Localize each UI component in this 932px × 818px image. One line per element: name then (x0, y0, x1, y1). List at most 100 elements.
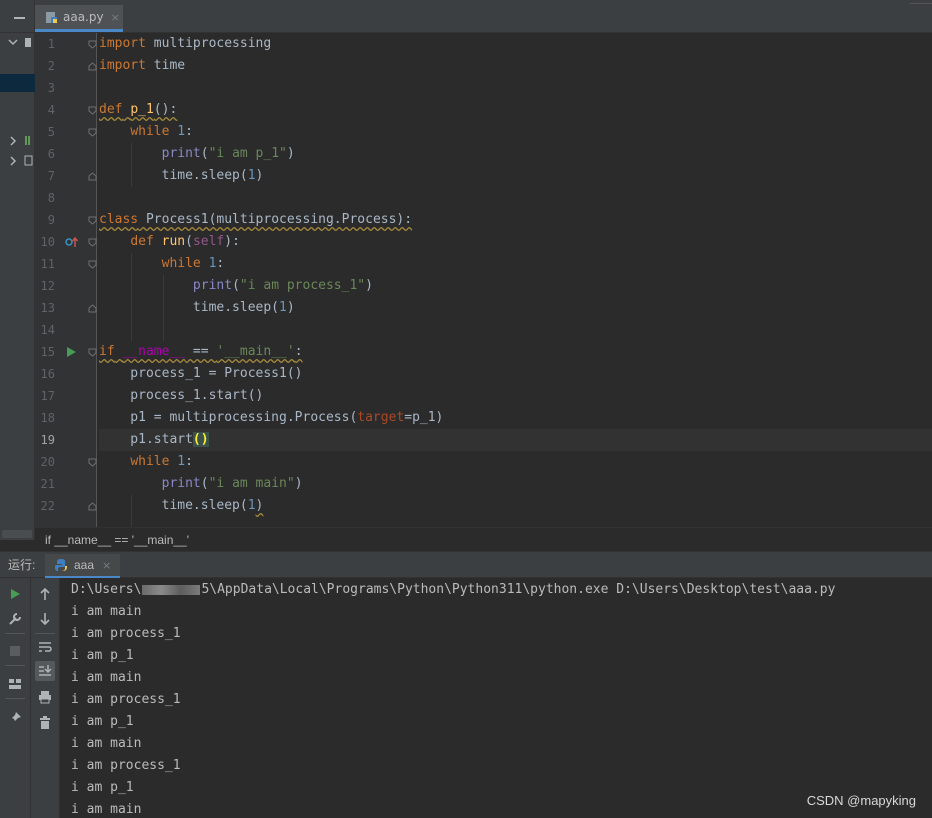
soft-wrap-icon (39, 642, 52, 652)
fold-end-icon[interactable] (88, 62, 97, 71)
project-scrollbar[interactable] (2, 530, 32, 538)
scroll-down-button[interactable] (35, 609, 55, 629)
line-number: 14 (40, 323, 55, 337)
project-tree-scratches[interactable] (7, 155, 33, 169)
code-line: time.sleep(1) (99, 168, 264, 183)
override-method-icon[interactable] (65, 236, 79, 248)
chevron-right-icon (10, 136, 30, 146)
command-suffix: 5\AppData\Local\Programs\Python\Python31… (201, 582, 836, 597)
console-output-line: i am main (71, 604, 142, 619)
tab-bar-edge (910, 0, 932, 4)
line-number: 5 (47, 125, 55, 139)
code-line: def p_1(): (99, 102, 178, 117)
chevron-down-icon (8, 38, 31, 47)
console-output-line: i am main (71, 670, 142, 685)
line-number: 10 (40, 235, 55, 249)
line-number: 12 (40, 279, 55, 293)
close-icon[interactable]: × (111, 11, 120, 24)
line-number: 2 (47, 59, 55, 73)
pin-tab-button[interactable] (5, 708, 25, 728)
code-line-current: p1.start() (99, 429, 932, 451)
line-number: 22 (40, 499, 55, 513)
project-tree-root[interactable] (7, 37, 33, 51)
command-prefix: D:\Users\ (71, 582, 142, 597)
arrow-down-icon (40, 613, 50, 626)
code-line: time.sleep(1) (99, 300, 295, 315)
project-tree-selected-row[interactable] (0, 74, 35, 92)
fold-end-icon[interactable] (88, 172, 97, 181)
line-number: 15 (40, 345, 55, 359)
console-output-line: i am p_1 (71, 648, 134, 663)
fold-open-icon[interactable] (88, 348, 97, 357)
run-gutter-icon[interactable] (65, 346, 77, 358)
code-line: print("i am process_1") (192, 278, 373, 293)
line-number: 18 (40, 411, 55, 425)
editor-tab-bar: aaa.py × (35, 0, 932, 33)
code-line: import time (99, 58, 186, 73)
print-button[interactable] (35, 687, 55, 707)
line-number: 1 (47, 37, 55, 51)
scroll-up-button[interactable] (35, 584, 55, 604)
code-line: process_1 = Process1() (99, 366, 303, 381)
console-output-line: i am p_1 (71, 780, 134, 795)
minimize-icon[interactable] (14, 17, 25, 19)
fold-open-icon[interactable] (88, 216, 97, 225)
fold-open-icon[interactable] (88, 260, 97, 269)
line-number: 21 (40, 477, 55, 491)
fold-end-icon[interactable] (88, 502, 97, 511)
tab-label: aaa.py (63, 10, 104, 24)
run-toolbar-primary (0, 578, 31, 818)
console-output-line: i am p_1 (71, 714, 134, 729)
code-line: while 1: (130, 454, 193, 469)
edit-configuration-button[interactable] (5, 609, 25, 629)
fold-open-icon[interactable] (88, 458, 97, 467)
toolbar-separator (35, 633, 55, 634)
close-icon[interactable]: × (102, 559, 111, 572)
project-tree-external-libraries[interactable] (7, 135, 33, 149)
console-command-line: D:\Users\ 5\AppData\Local\Programs\Python… (71, 579, 835, 601)
console-output-line: i am process_1 (71, 692, 181, 707)
watermark: CSDN @mapyking (806, 793, 916, 808)
code-line: while 1: (130, 124, 193, 139)
layout-icon (9, 679, 21, 689)
run-console[interactable]: D:\Users\ 5\AppData\Local\Programs\Python… (60, 578, 932, 818)
fold-end-icon[interactable] (88, 304, 97, 313)
code-editor[interactable]: 1 2 3 4 5 6 7 8 9 10 11 12 13 14 15 16 17 18 19 20 21 22 impo… (35, 33, 932, 527)
code-line: if __name__ == '__main__': (99, 344, 303, 359)
layout-button[interactable] (5, 674, 25, 694)
arrow-up-icon (40, 587, 50, 600)
code-line: print("i am p_1") (161, 146, 295, 161)
project-tool-strip (0, 0, 35, 540)
fold-open-icon[interactable] (88, 128, 97, 137)
python-file-icon (46, 11, 57, 23)
rerun-button[interactable] (5, 584, 25, 604)
scroll-to-end-button[interactable] (35, 661, 55, 681)
soft-wrap-button[interactable] (35, 637, 55, 657)
tab-aaa-py[interactable]: aaa.py × (35, 5, 123, 32)
toolbar-separator (5, 665, 25, 666)
code-line: def run(self): (130, 234, 240, 249)
stop-button[interactable] (5, 641, 25, 661)
run-tab-label: aaa (74, 558, 95, 572)
run-toolbar-secondary (31, 578, 60, 818)
stop-icon (10, 646, 20, 656)
code-line: print("i am main") (161, 476, 303, 491)
clear-all-button[interactable] (35, 713, 55, 733)
printer-icon (39, 691, 51, 704)
trash-icon (40, 716, 50, 729)
console-output-line: i am process_1 (71, 626, 181, 641)
code-line: class Process1(multiprocessing.Process): (99, 212, 413, 227)
fold-open-icon[interactable] (88, 238, 97, 247)
fold-open-icon[interactable] (88, 106, 97, 115)
code-line: time.sleep(1) (99, 498, 264, 513)
line-number: 3 (47, 81, 55, 95)
breadcrumb[interactable]: if __name__ == '__main__' (35, 527, 932, 551)
console-output-line: i am main (71, 736, 142, 751)
fold-open-icon[interactable] (88, 40, 97, 49)
line-number: 19 (40, 433, 55, 447)
code-line: while 1: (161, 256, 225, 271)
console-output-line: i am process_1 (71, 758, 181, 773)
run-tab-aaa[interactable]: aaa × (45, 554, 120, 579)
